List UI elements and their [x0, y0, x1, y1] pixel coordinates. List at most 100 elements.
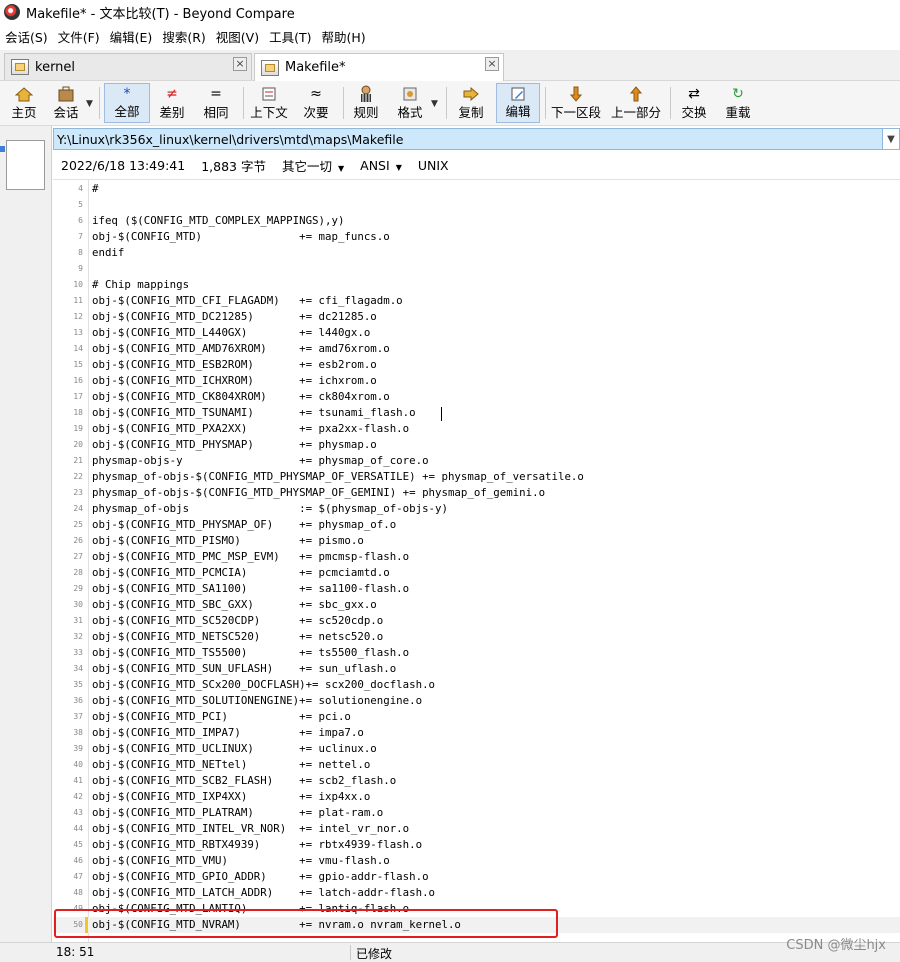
tab-label: Makefile*	[285, 60, 346, 75]
menu-bar: 会话(S) 文件(F) 编辑(E) 搜索(R) 视图(V) 工具(T) 帮助(H…	[0, 24, 900, 48]
code-line[interactable]: physmap_of-objs-$(CONFIG_MTD_PHYSMAP_OF_…	[92, 469, 584, 485]
code-line[interactable]: obj-$(CONFIG_MTD_SBC_GXX) += sbc_gxx.o	[92, 597, 377, 613]
code-line[interactable]: obj-$(CONFIG_MTD_L440GX) += l440gx.o	[92, 325, 370, 341]
session-button[interactable]: 会话	[48, 83, 84, 123]
copy-button[interactable]: 复制	[453, 83, 489, 123]
swap-button[interactable]: ⇄ 交换	[676, 83, 712, 123]
prev-part-button[interactable]: 上一部分	[610, 83, 662, 123]
menu-session[interactable]: 会话(S)	[0, 27, 53, 46]
context-button[interactable]: 上下文	[249, 83, 289, 123]
menu-view[interactable]: 视图(V)	[211, 27, 264, 46]
code-line[interactable]: physmap_of-objs := $(physmap_of-objs-y)	[92, 501, 448, 517]
code-line[interactable]: obj-$(CONFIG_MTD_CFI_FLAGADM) += cfi_fla…	[92, 293, 403, 309]
next-section-button[interactable]: 下一区段	[550, 83, 602, 123]
code-line[interactable]: obj-$(CONFIG_MTD_SA1100) += sa1100-flash…	[92, 581, 409, 597]
line-number: 9	[78, 264, 83, 273]
show-diffs-button[interactable]: ≠ 差别	[154, 83, 190, 123]
referee-icon	[358, 84, 374, 104]
menu-help[interactable]: 帮助(H)	[316, 27, 370, 46]
show-all-button[interactable]: * 全部	[104, 83, 150, 123]
line-number: 12	[73, 312, 83, 321]
line-number: 4	[78, 184, 83, 193]
code-line[interactable]: obj-$(CONFIG_MTD_SCx200_DOCFLASH)+= scx2…	[92, 677, 435, 693]
close-icon[interactable]: ×	[485, 57, 499, 71]
code-line[interactable]: obj-$(CONFIG_MTD_IMPA7) += impa7.o	[92, 725, 364, 741]
home-button[interactable]: 主页	[6, 83, 42, 123]
menu-file[interactable]: 文件(F)	[53, 27, 105, 46]
toolbar-separator	[343, 87, 344, 119]
line-number: 11	[73, 296, 83, 305]
code-line[interactable]: obj-$(CONFIG_MTD_SC520CDP) += sc520cdp.o	[92, 613, 383, 629]
code-line[interactable]: # Chip mappings	[92, 277, 189, 293]
code-line[interactable]: #	[92, 181, 98, 197]
watermark: CSDN @微尘hjx	[786, 938, 886, 953]
path-bar[interactable]: Y:\Linux\rk356x_linux\kernel\drivers\mtd…	[53, 128, 900, 150]
code-line[interactable]: obj-$(CONFIG_MTD_PCI) += pci.o	[92, 709, 351, 725]
code-line[interactable]: physmap-objs-y += physmap_of_core.o	[92, 453, 429, 469]
encoding-select[interactable]: ANSI ▼	[360, 158, 402, 173]
line-number: 21	[73, 456, 83, 465]
code-line[interactable]: obj-$(CONFIG_MTD_INTEL_VR_NOR) += intel_…	[92, 821, 409, 837]
line-number: 35	[73, 680, 83, 689]
code-line[interactable]: obj-$(CONFIG_MTD_SUN_UFLASH) += sun_ufla…	[92, 661, 396, 677]
code-line[interactable]: obj-$(CONFIG_MTD_RBTX4939) += rbtx4939-f…	[92, 837, 422, 853]
code-line[interactable]: obj-$(CONFIG_MTD_AMD76XROM) += amd76xrom…	[92, 341, 390, 357]
path-dropdown-icon[interactable]: ▼	[882, 129, 899, 149]
tab-makefile[interactable]: Makefile* ×	[254, 53, 504, 81]
code-line[interactable]: obj-$(CONFIG_MTD_ESB2ROM) += esb2rom.o	[92, 357, 377, 373]
arrow-down-icon	[570, 84, 582, 104]
code-line[interactable]: obj-$(CONFIG_MTD_IXP4XX) += ixp4xx.o	[92, 789, 370, 805]
code-line[interactable]: obj-$(CONFIG_MTD_TS5500) += ts5500_flash…	[92, 645, 409, 661]
line-number: 17	[73, 392, 83, 401]
code-line[interactable]: obj-$(CONFIG_MTD_PHYSMAP) += physmap.o	[92, 437, 377, 453]
code-line[interactable]: obj-$(CONFIG_MTD_TSUNAMI) += tsunami_fla…	[92, 405, 416, 421]
line-number: 37	[73, 712, 83, 721]
code-line[interactable]: obj-$(CONFIG_MTD_PMC_MSP_EVM) += pmcmsp-…	[92, 549, 409, 565]
reload-button[interactable]: ↻ 重载	[720, 83, 756, 123]
code-line[interactable]: obj-$(CONFIG_MTD_PISMO) += pismo.o	[92, 533, 364, 549]
not-equal-icon: ≠	[166, 86, 178, 102]
overview-panel[interactable]	[0, 126, 52, 961]
code-line[interactable]: obj-$(CONFIG_MTD_PCMCIA) += pcmciamtd.o	[92, 565, 390, 581]
code-line[interactable]: obj-$(CONFIG_MTD_PXA2XX) += pxa2xx-flash…	[92, 421, 409, 437]
code-line[interactable]: obj-$(CONFIG_MTD_UCLINUX) += uclinux.o	[92, 741, 377, 757]
code-line[interactable]: obj-$(CONFIG_MTD_LATCH_ADDR) += latch-ad…	[92, 885, 435, 901]
code-line[interactable]: obj-$(CONFIG_MTD_SCB2_FLASH) += scb2_fla…	[92, 773, 396, 789]
menu-edit[interactable]: 编辑(E)	[105, 27, 158, 46]
text-editor[interactable]: 4 #5 6 ifeq ($(CONFIG_MTD_COMPLEX_MAPPINGS)…	[53, 179, 900, 943]
edit-button[interactable]: 编辑	[496, 83, 540, 123]
code-line[interactable]: obj-$(CONFIG_MTD_PHYSMAP_OF) += physmap_…	[92, 517, 396, 533]
arrow-right-icon	[463, 84, 479, 104]
session-dropdown-icon[interactable]: ▼	[86, 99, 93, 109]
show-same-button[interactable]: = 相同	[198, 83, 234, 123]
rules-button[interactable]: 规则	[348, 83, 384, 123]
code-line[interactable]: obj-$(CONFIG_MTD_SOLUTIONENGINE)+= solut…	[92, 693, 422, 709]
close-icon[interactable]: ×	[233, 57, 247, 71]
code-line[interactable]: obj-$(CONFIG_MTD_GPIO_ADDR) += gpio-addr…	[92, 869, 429, 885]
toolbar-separator	[243, 87, 244, 119]
file-thumbnail[interactable]	[6, 140, 45, 190]
line-number: 31	[73, 616, 83, 625]
code-line[interactable]: obj-$(CONFIG_MTD_DC21285) += dc21285.o	[92, 309, 377, 325]
menu-tools[interactable]: 工具(T)	[264, 27, 316, 46]
status-separator	[350, 945, 351, 960]
code-line[interactable]: obj-$(CONFIG_MTD_VMU) += vmu-flash.o	[92, 853, 390, 869]
code-line[interactable]: obj-$(CONFIG_MTD) += map_funcs.o	[92, 229, 390, 245]
code-line[interactable]: obj-$(CONFIG_MTD_PLATRAM) += plat-ram.o	[92, 805, 383, 821]
code-line[interactable]: obj-$(CONFIG_MTD_ICHXROM) += ichxrom.o	[92, 373, 377, 389]
code-line[interactable]: obj-$(CONFIG_MTD_NETSC520) += netsc520.o	[92, 629, 383, 645]
line-number: 28	[73, 568, 83, 577]
code-line[interactable]: obj-$(CONFIG_MTD_CK804XROM) += ck804xrom…	[92, 389, 390, 405]
code-line[interactable]: physmap_of-objs-$(CONFIG_MTD_PHYSMAP_OF_…	[92, 485, 545, 501]
tab-kernel[interactable]: kernel ×	[4, 53, 252, 80]
code-line[interactable]: obj-$(CONFIG_MTD_NETtel) += nettel.o	[92, 757, 370, 773]
format-dropdown-icon[interactable]: ▼	[431, 99, 438, 109]
format-select[interactable]: 其它一切 ▼	[282, 156, 344, 175]
file-path[interactable]: Y:\Linux\rk356x_linux\kernel\drivers\mtd…	[54, 132, 403, 147]
minor-button[interactable]: ≈ 次要	[298, 83, 334, 123]
format-button[interactable]: 格式	[392, 83, 428, 123]
code-line[interactable]: ifeq ($(CONFIG_MTD_COMPLEX_MAPPINGS),y)	[92, 213, 344, 229]
code-line[interactable]: endif	[92, 245, 124, 261]
line-number: 34	[73, 664, 83, 673]
menu-search[interactable]: 搜索(R)	[157, 27, 210, 46]
